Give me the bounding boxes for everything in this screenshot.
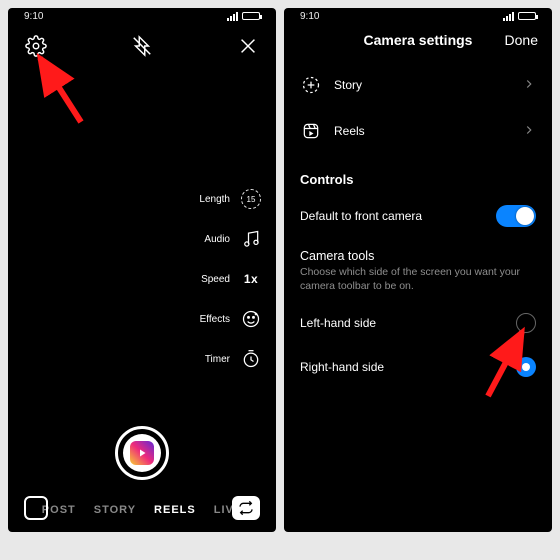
- front-camera-label: Default to front camera: [300, 209, 422, 223]
- story-icon: [300, 74, 322, 96]
- flash-off-icon[interactable]: [130, 34, 154, 58]
- camera-settings-screen: 9:10 Camera settings Done Story: [284, 8, 552, 532]
- left-hand-radio[interactable]: [516, 313, 536, 333]
- length-icon: 15: [240, 188, 262, 210]
- tool-audio[interactable]: Audio: [199, 228, 262, 250]
- tool-speed-label: Speed: [201, 274, 230, 285]
- settings-row-reels[interactable]: Reels: [284, 108, 552, 154]
- tool-audio-label: Audio: [204, 234, 230, 245]
- gear-icon[interactable]: [24, 34, 48, 58]
- right-hand-radio[interactable]: [516, 357, 536, 377]
- camera-screen: 9:10 Length: [8, 8, 276, 532]
- status-time: 9:10: [24, 11, 43, 22]
- tool-timer[interactable]: Timer: [199, 348, 262, 370]
- settings-story-label: Story: [334, 78, 362, 92]
- status-icons: [503, 12, 536, 21]
- tool-length[interactable]: Length 15: [199, 188, 262, 210]
- reels-settings-icon: [300, 120, 322, 142]
- status-icons: [227, 12, 260, 21]
- status-bar: 9:10: [8, 8, 276, 22]
- right-hand-row[interactable]: Right-hand side: [284, 345, 552, 389]
- tool-speed[interactable]: Speed 1x: [199, 268, 262, 290]
- settings-reels-label: Reels: [334, 124, 365, 138]
- reels-icon: [130, 441, 154, 465]
- settings-row-story[interactable]: Story: [284, 62, 552, 108]
- status-time: 9:10: [300, 11, 319, 22]
- right-hand-label: Right-hand side: [300, 360, 384, 374]
- music-icon: [240, 228, 262, 250]
- status-bar: 9:10: [284, 8, 552, 22]
- signal-icon: [227, 12, 238, 21]
- done-button[interactable]: Done: [505, 32, 538, 48]
- close-icon[interactable]: [236, 34, 260, 58]
- controls-header: Controls: [284, 158, 552, 193]
- left-hand-row[interactable]: Left-hand side: [284, 301, 552, 345]
- tool-timer-label: Timer: [205, 354, 230, 365]
- front-camera-toggle[interactable]: [496, 205, 536, 227]
- timer-icon: [240, 348, 262, 370]
- mode-reels[interactable]: REELS: [154, 504, 196, 516]
- gallery-button[interactable]: [24, 496, 48, 520]
- shutter-button[interactable]: [115, 426, 169, 480]
- battery-icon: [242, 12, 260, 20]
- left-hand-label: Left-hand side: [300, 316, 376, 330]
- effects-icon: [240, 308, 262, 330]
- signal-icon: [503, 12, 514, 21]
- mode-story[interactable]: STORY: [94, 504, 136, 516]
- front-camera-row[interactable]: Default to front camera: [284, 193, 552, 239]
- settings-header: Camera settings Done: [284, 22, 552, 58]
- camera-tools: Length 15 Audio Speed 1x Effects Timer: [199, 188, 262, 370]
- camera-tools-sub: Choose which side of the screen you want…: [284, 265, 552, 301]
- tool-effects-label: Effects: [200, 314, 230, 325]
- chevron-right-icon: [522, 77, 536, 94]
- battery-icon: [518, 12, 536, 20]
- tool-effects[interactable]: Effects: [199, 308, 262, 330]
- camera-tools-header: Camera tools: [284, 239, 552, 265]
- chevron-right-icon: [522, 123, 536, 140]
- switch-camera-button[interactable]: [232, 496, 260, 520]
- speed-value: 1x: [240, 268, 262, 290]
- tool-length-label: Length: [199, 194, 230, 205]
